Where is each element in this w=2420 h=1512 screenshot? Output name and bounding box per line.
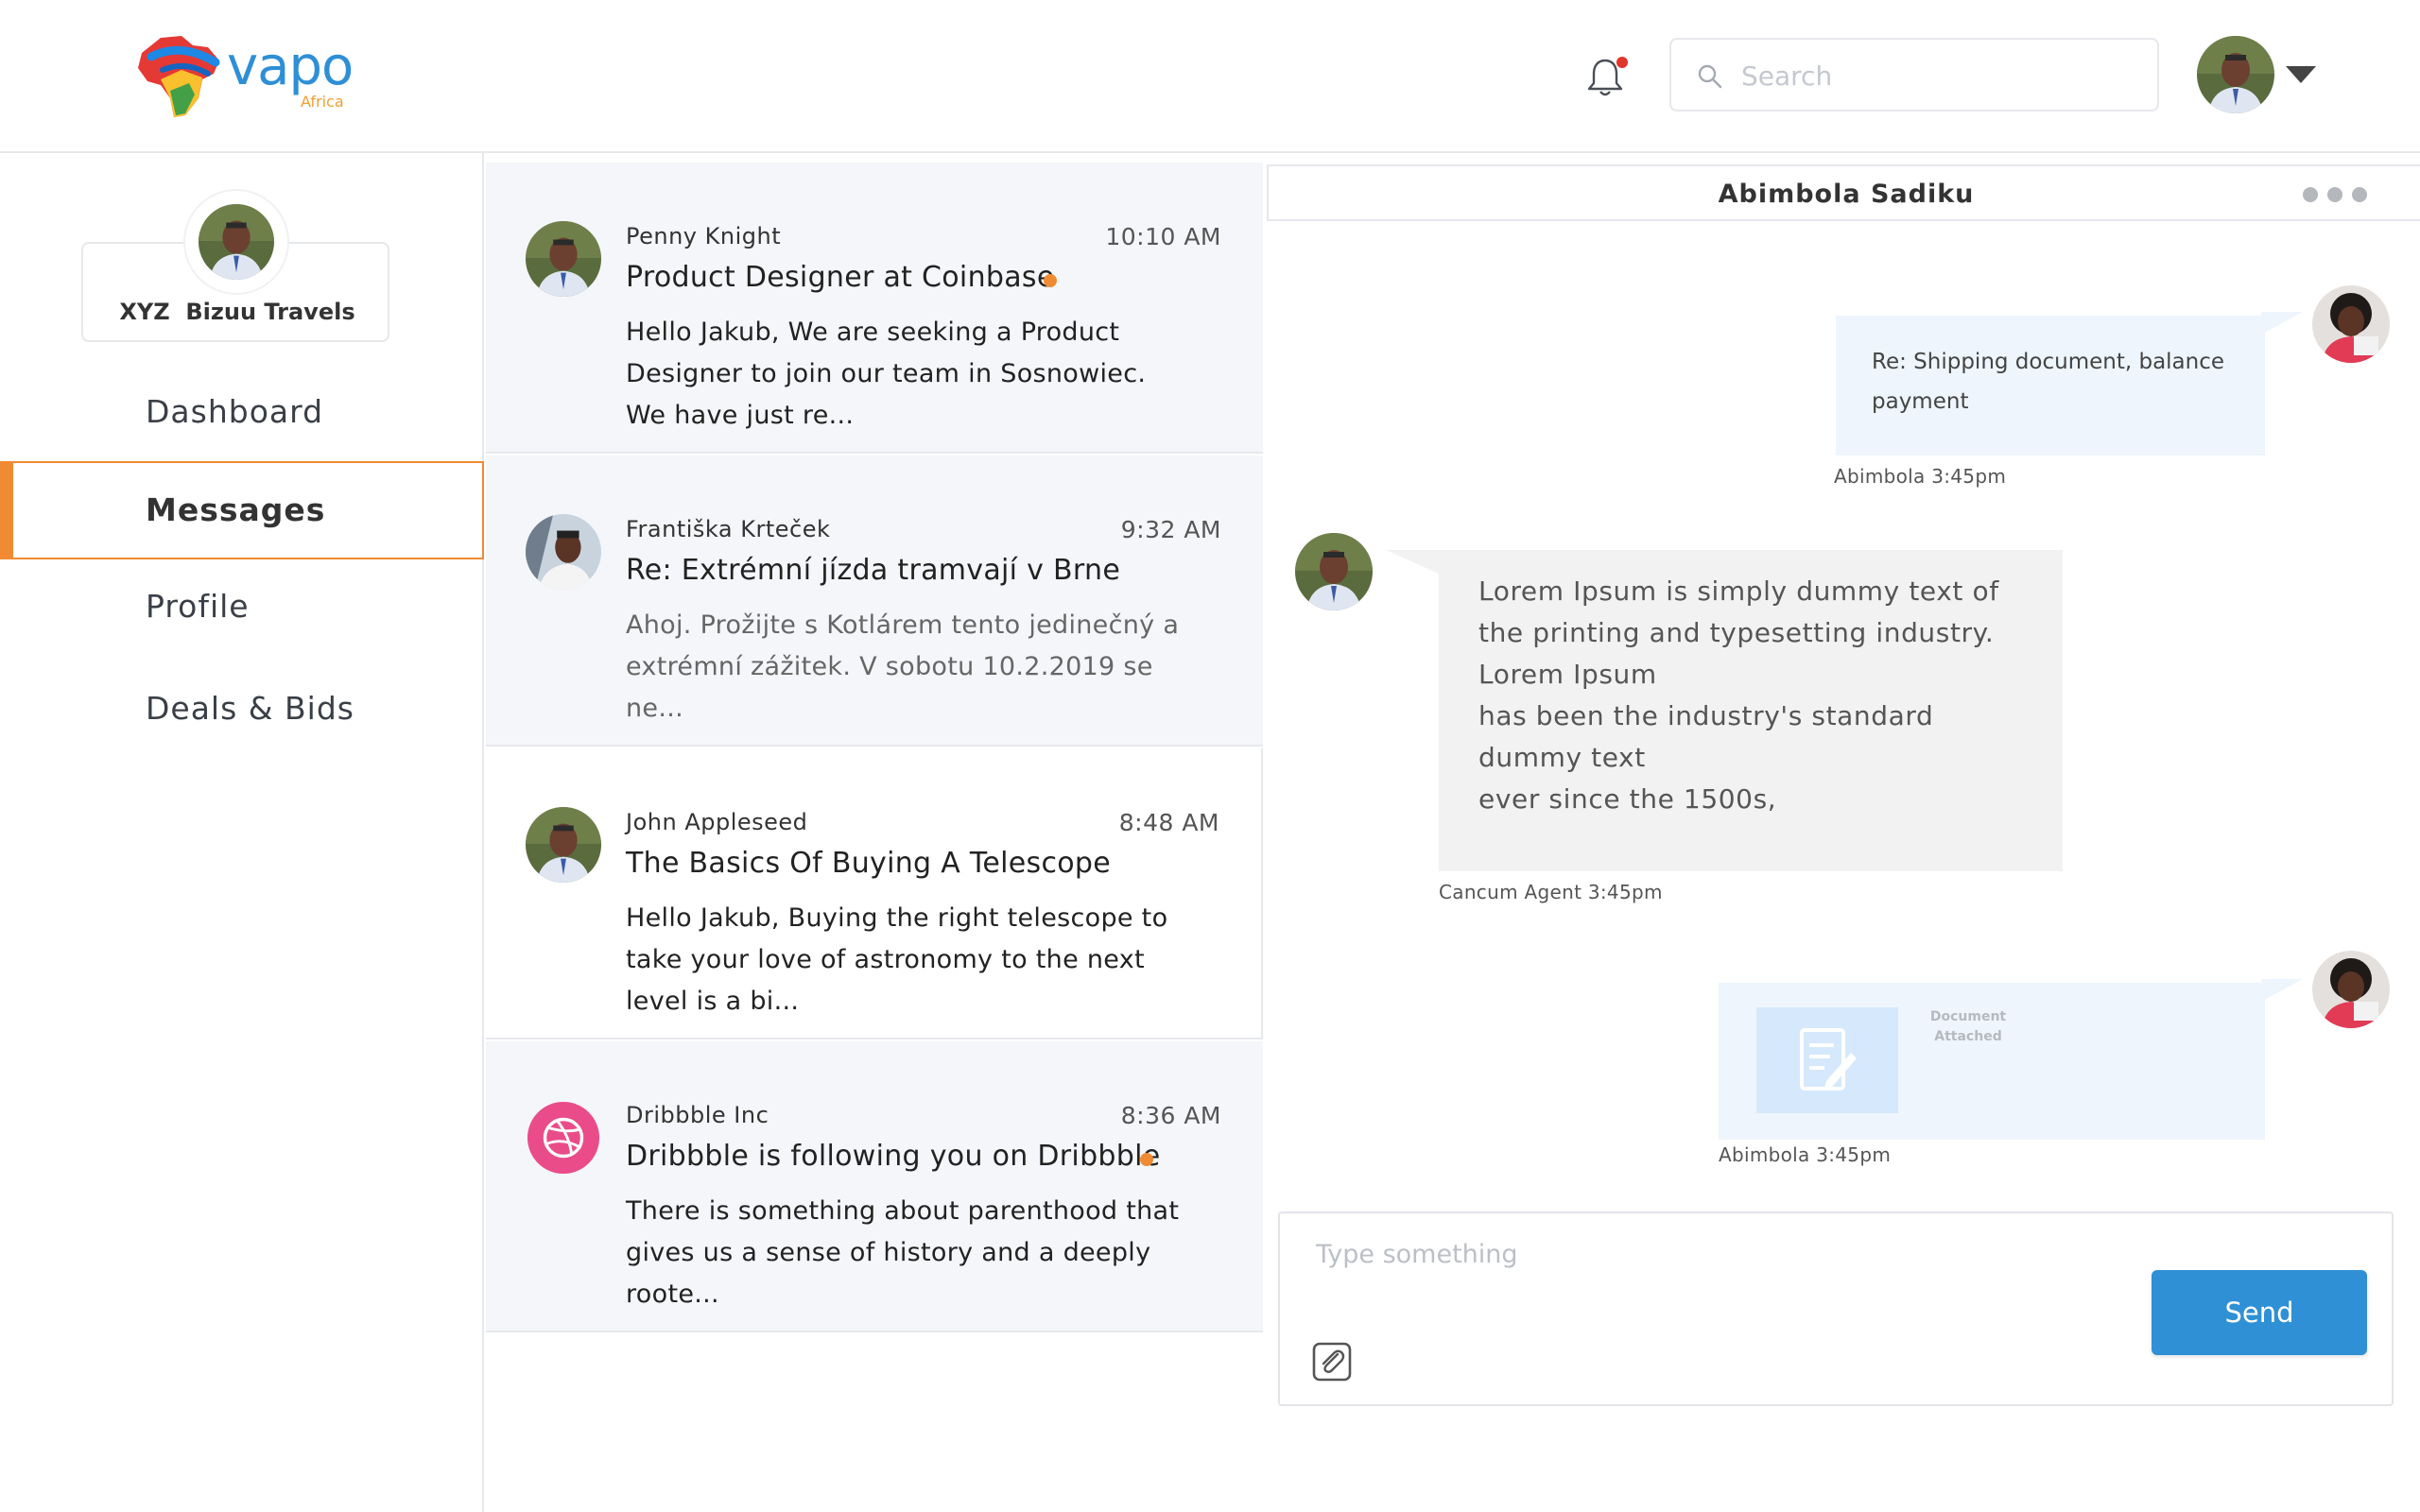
message-subject: The Basics Of Buying A Telescope xyxy=(626,847,1112,880)
top-bar: vapo Africa xyxy=(0,0,2420,153)
message-input[interactable] xyxy=(1314,1230,2127,1278)
message-time: 8:36 AM xyxy=(1120,1102,1221,1129)
message-preview: Hello Jakub, Buying the right telescope … xyxy=(626,903,1168,1016)
avatar xyxy=(526,514,601,590)
sidebar-item-label: Profile xyxy=(146,588,250,625)
avatar xyxy=(2312,951,2390,1028)
company-name: XYZ Bizuu Travels xyxy=(119,299,355,325)
document-icon xyxy=(1800,1028,1857,1091)
bubble-tail xyxy=(2261,979,2303,1002)
avatar xyxy=(526,807,601,883)
avatar xyxy=(2312,285,2390,363)
search-icon xyxy=(1698,64,1722,89)
attachment-label: Document Attached xyxy=(1929,1009,2007,1044)
message-subject: Re: Extrémní jízda tramvají v Brne xyxy=(626,554,1121,587)
list-item[interactable]: Penny Knight 10:10 AM Product Designer a… xyxy=(486,163,1263,454)
message-time: 10:10 AM xyxy=(1105,223,1221,250)
company-avatar[interactable] xyxy=(185,191,287,293)
dribbble-icon xyxy=(527,1101,600,1175)
message-sender: Dribbble Inc xyxy=(626,1102,769,1128)
message-timestamp: Cancum Agent 3:45pm xyxy=(1439,881,1663,903)
sidebar-item-label: Messages xyxy=(146,491,326,528)
message-list: Penny Knight 10:10 AM Product Designer a… xyxy=(486,163,1263,1512)
search-input[interactable] xyxy=(1739,53,2136,98)
list-item[interactable]: Dribbble Inc 8:36 AM Dribbble is followi… xyxy=(486,1041,1263,1332)
sidebar-item-dashboard[interactable]: Dashboard xyxy=(0,365,484,463)
bubble-text: Re: Shipping document, balance payment xyxy=(1872,350,2225,414)
bubble-tail xyxy=(1386,550,1441,575)
message-subject: Dribbble is following you on Dribbble xyxy=(626,1140,1161,1173)
message-timestamp: Abimbola 3:45pm xyxy=(1834,465,2007,488)
brand-subtitle: Africa xyxy=(301,93,344,111)
search-box[interactable] xyxy=(1669,38,2159,112)
bubble-text: Lorem Ipsum is simply dummy text of the … xyxy=(1478,576,1999,815)
more-horizontal-icon[interactable] xyxy=(2303,187,2378,202)
avatar xyxy=(526,221,601,297)
avatar-image xyxy=(199,204,274,280)
unread-dot xyxy=(1140,1153,1153,1166)
sidebar-item-deals-bids[interactable]: Deals & Bids xyxy=(0,662,484,760)
sidebar-item-label: Deals & Bids xyxy=(146,690,354,727)
chat-title: Abimbola Sadiku xyxy=(1718,180,1975,209)
attachment-bubble[interactable]: Document Attached xyxy=(1719,983,2265,1140)
chevron-down-icon[interactable] xyxy=(2286,66,2316,83)
bubble-tail xyxy=(2261,312,2303,335)
chat-panel: Abimbola Sadiku Re: Shipping document, b… xyxy=(1265,161,2420,1512)
list-item[interactable]: John Appleseed 8:48 AM The Basics Of Buy… xyxy=(486,748,1263,1040)
message-sender: Penny Knight xyxy=(626,223,782,249)
message-sender: Františka Krteček xyxy=(626,516,831,542)
list-item[interactable]: Františka Krteček 9:32 AM Re: Extrémní j… xyxy=(486,455,1263,747)
user-avatar[interactable] xyxy=(2197,36,2274,113)
message-preview: Ahoj. Prožijte s Kotlárem tento jedinečn… xyxy=(626,610,1180,723)
notification-badge xyxy=(1616,57,1628,68)
message-bubble-outgoing: Re: Shipping document, balance payment xyxy=(1836,316,2265,455)
message-preview: Hello Jakub, We are seeking a Product De… xyxy=(626,318,1147,430)
avatar xyxy=(1295,533,1373,610)
sidebar: XYZ Bizuu Travels Dashboard Messages Pro… xyxy=(0,153,484,1512)
unread-dot xyxy=(1044,274,1057,287)
brand-name: vapo xyxy=(227,36,354,97)
sidebar-item-messages[interactable]: Messages xyxy=(0,461,484,559)
africa-map-icon xyxy=(138,36,220,117)
message-time: 9:32 AM xyxy=(1120,516,1221,543)
send-button[interactable]: Send xyxy=(2152,1270,2367,1355)
message-bubble-incoming: Lorem Ipsum is simply dummy text of the … xyxy=(1439,550,2063,871)
vapo-logo[interactable]: vapo Africa xyxy=(132,32,359,123)
sidebar-item-profile[interactable]: Profile xyxy=(0,559,484,658)
message-preview: There is something about parenthood that… xyxy=(626,1196,1180,1309)
message-sender: John Appleseed xyxy=(626,809,808,835)
paperclip-icon[interactable] xyxy=(1312,1342,1352,1382)
message-timestamp: Abimbola 3:45pm xyxy=(1719,1143,1892,1166)
attachment-thumbnail[interactable] xyxy=(1756,1007,1898,1113)
message-time: 8:48 AM xyxy=(1118,809,1219,836)
message-subject: Product Designer at Coinbase xyxy=(626,261,1055,294)
message-composer: Send xyxy=(1278,1211,2394,1406)
sidebar-item-label: Dashboard xyxy=(146,393,324,430)
chat-header: Abimbola Sadiku xyxy=(1267,164,2420,221)
